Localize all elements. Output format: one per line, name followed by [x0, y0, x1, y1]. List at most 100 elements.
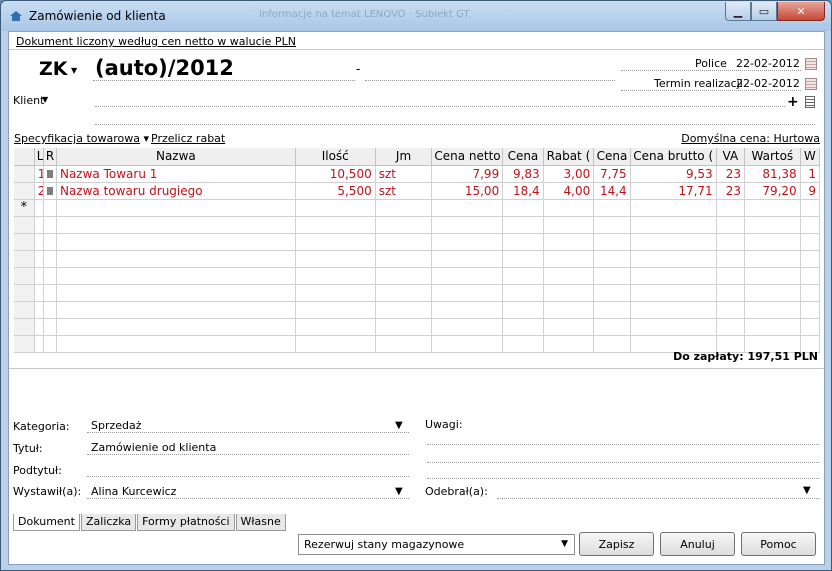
- cell-w[interactable]: 1: [800, 165, 821, 183]
- cell-price[interactable]: 9,83: [502, 165, 544, 183]
- client-field[interactable]: [95, 106, 785, 107]
- tab-document[interactable]: Dokument: [13, 514, 80, 531]
- calendar-icon[interactable]: [805, 78, 817, 90]
- column-header[interactable]: Cena: [502, 148, 544, 166]
- category-select[interactable]: Sprzedaż: [91, 419, 142, 432]
- column-header[interactable]: R: [43, 148, 57, 166]
- notes-field[interactable]: [427, 444, 819, 445]
- cell-gross-price[interactable]: 9,53: [630, 165, 717, 183]
- recalc-discount-link[interactable]: Przelicz rabat: [151, 132, 225, 145]
- term-date-field[interactable]: 22-02-2012: [736, 77, 800, 90]
- row-handle[interactable]: [14, 182, 35, 200]
- table-row[interactable]: 2 Nazwa towaru drugiego 5,500 szt 15,00 …: [14, 182, 821, 200]
- empty-row[interactable]: [14, 267, 821, 285]
- cell-r[interactable]: [43, 182, 57, 200]
- chevron-down-icon[interactable]: ▼: [395, 486, 403, 497]
- cell-lp[interactable]: 2: [34, 182, 44, 200]
- cell-name[interactable]: Nazwa Towaru 1: [56, 165, 296, 183]
- empty-row[interactable]: [14, 318, 821, 336]
- received-by-select[interactable]: [497, 498, 819, 499]
- cell-value[interactable]: 81,38: [744, 165, 801, 183]
- row-handle-header: [14, 148, 35, 166]
- empty-row[interactable]: [14, 250, 821, 268]
- row-handle[interactable]: [14, 165, 35, 183]
- column-header[interactable]: L: [34, 148, 44, 166]
- notes-field-line[interactable]: [427, 478, 819, 479]
- new-row[interactable]: *: [14, 199, 821, 217]
- cell-w[interactable]: 9: [800, 182, 821, 200]
- tab-payment-forms[interactable]: Formy płatności: [137, 514, 235, 531]
- minimize-button[interactable]: ▁: [725, 2, 751, 21]
- maximize-button[interactable]: ▭: [751, 2, 777, 21]
- title-bar[interactable]: Zamówienie od klienta Informacje na tema…: [1, 1, 831, 31]
- client-label[interactable]: Klient: [13, 94, 44, 107]
- issue-date-field[interactable]: 22-02-2012: [736, 57, 800, 70]
- cell-discount[interactable]: 3,00: [543, 165, 595, 183]
- doc-suffix-field[interactable]: [365, 80, 615, 81]
- cell-price2[interactable]: 7,75: [593, 165, 631, 183]
- category-label: Kategoria:: [13, 420, 70, 433]
- column-header[interactable]: Cena netto: [431, 148, 504, 166]
- cell-vat[interactable]: 23: [716, 182, 746, 200]
- chevron-down-icon[interactable]: ▼: [71, 66, 77, 75]
- column-header[interactable]: Cena: [593, 148, 631, 166]
- cell-vat[interactable]: 23: [716, 165, 746, 183]
- column-header[interactable]: W: [800, 148, 821, 166]
- title-field[interactable]: Zamówienie od klienta: [91, 441, 216, 454]
- column-header[interactable]: Jm: [375, 148, 433, 166]
- app-icon: [10, 11, 22, 21]
- chevron-down-icon[interactable]: ▼: [42, 95, 48, 104]
- cell-lp[interactable]: 1: [34, 165, 44, 183]
- add-client-icon[interactable]: +: [787, 94, 799, 110]
- doc-number-field[interactable]: [93, 80, 355, 81]
- cell-value[interactable]: 79,20: [744, 182, 801, 200]
- cell-qty[interactable]: 5,500: [295, 182, 376, 200]
- column-header[interactable]: Cena brutto (: [630, 148, 717, 166]
- empty-row[interactable]: [14, 301, 821, 319]
- maximize-icon: ▭: [758, 4, 770, 18]
- close-button[interactable]: ✕: [777, 2, 825, 21]
- cell-unit[interactable]: szt: [375, 182, 433, 200]
- cell-discount[interactable]: 4,00: [543, 182, 595, 200]
- table-row[interactable]: 1 Nazwa Towaru 1 10,500 szt 7,99 9,83 3,…: [14, 165, 821, 183]
- cell-price[interactable]: 18,4: [502, 182, 544, 200]
- doc-type-selector[interactable]: ZK: [39, 58, 68, 80]
- received-by-label: Odebrał(a):: [425, 485, 488, 498]
- client-list-icon[interactable]: [805, 96, 815, 108]
- cell-net-price[interactable]: 15,00: [431, 182, 504, 200]
- column-header[interactable]: Rabat (: [543, 148, 595, 166]
- help-button[interactable]: Pomoc: [741, 532, 816, 556]
- notes-field-line[interactable]: [427, 462, 819, 463]
- currency-info-link[interactable]: Dokument liczony według cen netto w walu…: [16, 35, 296, 48]
- tab-custom[interactable]: Własne: [235, 514, 286, 531]
- spec-menu[interactable]: Specyfikacja towarowa ▾: [14, 132, 149, 145]
- default-price-link[interactable]: Domyślna cena: Hurtowa: [681, 132, 820, 145]
- empty-row[interactable]: [14, 233, 821, 251]
- empty-row[interactable]: [14, 284, 821, 302]
- cell-net-price[interactable]: 7,99: [431, 165, 504, 183]
- cell-r[interactable]: [43, 165, 57, 183]
- cancel-button[interactable]: Anuluj: [660, 532, 735, 556]
- reservation-select[interactable]: Rezerwuj stany magazynowe ▼: [298, 534, 575, 555]
- save-button[interactable]: Zapisz: [579, 532, 654, 556]
- column-header[interactable]: Wartoś: [744, 148, 801, 166]
- column-header[interactable]: Ilość: [295, 148, 376, 166]
- doc-number[interactable]: (auto)/2012: [95, 56, 234, 80]
- tab-advance[interactable]: Zaliczka: [80, 514, 137, 531]
- column-header[interactable]: Nazwa: [56, 148, 296, 166]
- chevron-down-icon[interactable]: ▼: [395, 420, 403, 431]
- issued-by-select[interactable]: Alina Kurcewicz: [91, 485, 176, 498]
- cell-gross-price[interactable]: 17,71: [630, 182, 717, 200]
- chevron-down-icon[interactable]: ▼: [803, 485, 811, 496]
- empty-row[interactable]: [14, 216, 821, 234]
- client-address-field[interactable]: [95, 124, 815, 125]
- cell-name[interactable]: Nazwa towaru drugiego: [56, 182, 296, 200]
- doc-number-dash: -: [356, 62, 361, 76]
- new-row-marker[interactable]: *: [14, 199, 35, 217]
- column-header[interactable]: VA: [716, 148, 746, 166]
- cell-unit[interactable]: szt: [375, 165, 433, 183]
- calendar-icon[interactable]: [805, 58, 817, 70]
- subtitle-field[interactable]: [87, 476, 409, 477]
- cell-price2[interactable]: 14,4: [593, 182, 631, 200]
- cell-qty[interactable]: 10,500: [295, 165, 376, 183]
